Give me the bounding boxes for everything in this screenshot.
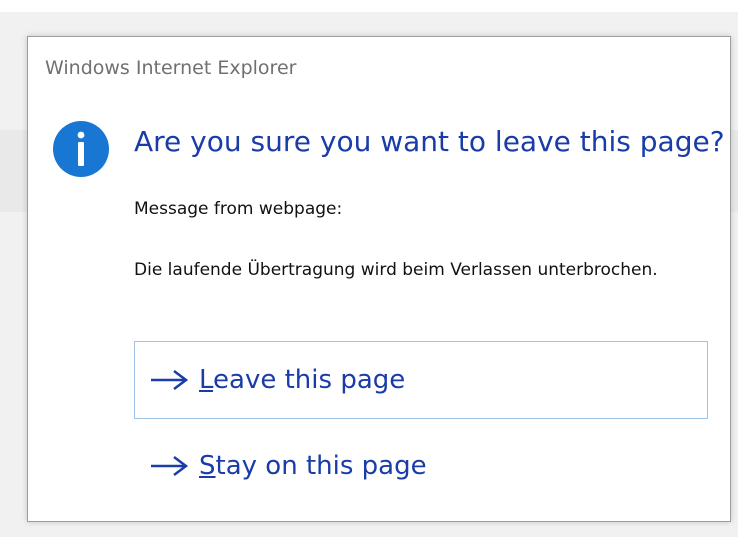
arrow-right-icon	[151, 456, 189, 476]
stay-on-page-button[interactable]: Stay on this page	[134, 427, 708, 505]
arrow-right-icon	[151, 370, 189, 390]
backdrop-top-strip	[0, 0, 738, 12]
leave-page-label: Leave this page	[199, 365, 405, 395]
leave-page-accelerator: L	[199, 365, 214, 395]
message-label: Message from webpage:	[134, 199, 343, 219]
message-text: Die laufende Übertragung wird beim Verla…	[134, 260, 658, 280]
leave-page-dialog: Windows Internet Explorer Are you sure y…	[27, 36, 731, 522]
stay-on-page-accelerator: S	[199, 451, 216, 481]
leave-page-button[interactable]: Leave this page	[134, 341, 708, 419]
stay-on-page-label: Stay on this page	[199, 451, 427, 481]
stay-on-page-label-rest: tay on this page	[215, 451, 427, 481]
info-icon	[53, 121, 109, 177]
dialog-title: Windows Internet Explorer	[45, 57, 297, 79]
main-instruction: Are you sure you want to leave this page…	[134, 125, 725, 158]
leave-page-label-rest: eave this page	[213, 365, 406, 395]
